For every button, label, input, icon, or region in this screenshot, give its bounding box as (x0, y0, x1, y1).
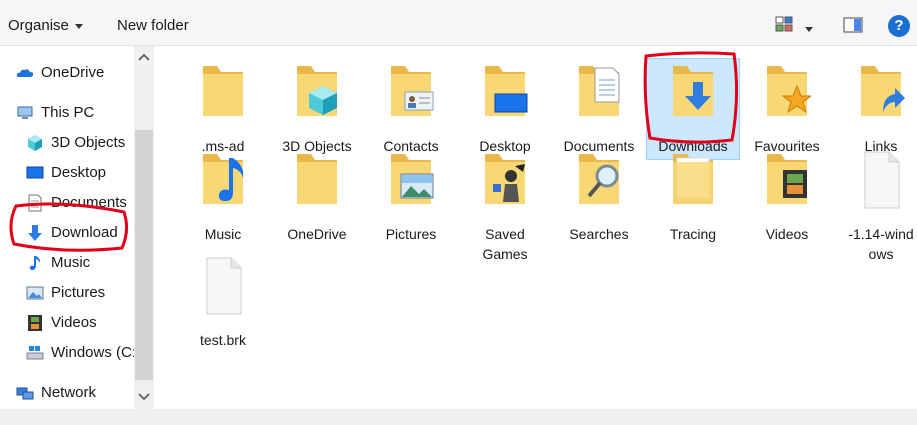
folder-links-icon (861, 66, 905, 116)
nav-item-videos[interactable]: Videos (26, 312, 134, 334)
nav-item-pictures[interactable]: Pictures (26, 282, 134, 304)
film-icon (28, 315, 42, 331)
folder-searches-icon (579, 154, 619, 204)
view-options-dropdown[interactable] (805, 20, 817, 32)
folder-downloads-icon (673, 66, 713, 116)
drive-icon (26, 346, 44, 360)
organise-label: Organise (8, 17, 69, 34)
nav-label: Music (51, 254, 91, 271)
folder-icon (297, 154, 337, 204)
status-bar (0, 409, 917, 425)
cube-icon (28, 135, 42, 151)
folder-pictures-icon (391, 154, 434, 204)
nav-item-network[interactable]: Network (16, 382, 134, 404)
item-label: test.brk (200, 332, 246, 348)
nav-item-3d-objects[interactable]: 3D Objects (26, 132, 134, 154)
nav-label: Windows (C: (51, 344, 134, 361)
nav-label: Network (41, 384, 97, 401)
scroll-up-icon[interactable] (137, 52, 151, 62)
folder-icon (673, 154, 713, 204)
scroll-down-icon[interactable] (137, 392, 151, 402)
help-button[interactable]: ? (888, 15, 910, 37)
document-icon (28, 194, 42, 212)
nav-label: OneDrive (41, 64, 105, 81)
folder-videos-icon (767, 154, 807, 204)
nav-label: Desktop (51, 164, 107, 181)
desktop-icon (26, 166, 44, 179)
nav-item-downloads[interactable]: Download (26, 222, 134, 244)
folder-documents-icon (579, 66, 620, 116)
item-label: Videos (765, 226, 809, 242)
nav-item-onedrive[interactable]: OneDrive (16, 62, 134, 84)
nav-item-this-pc[interactable]: This PC (16, 102, 134, 124)
chevron-down-icon (74, 23, 83, 29)
command-bar: Organise New folder ? (0, 0, 917, 46)
folder-3d-objects-icon (297, 66, 337, 116)
nav-label: 3D Objects (51, 134, 126, 151)
chevron-down-icon (805, 26, 813, 32)
file-icon (864, 151, 900, 209)
item-label: Music (204, 226, 242, 242)
cloud-icon (16, 69, 34, 77)
nav-label: Videos (51, 314, 97, 331)
folder-icon (203, 66, 243, 116)
folder-favourites-icon (767, 66, 811, 116)
nav-label: Download (51, 224, 118, 241)
folder-music-icon (203, 154, 244, 204)
nav-label: This PC (41, 104, 95, 121)
nav-item-windows-drive[interactable]: Windows (C: (26, 342, 134, 364)
file-icon (206, 257, 242, 315)
view-grid-icon (775, 16, 793, 32)
help-icon: ? (894, 17, 904, 34)
folder-contacts-icon (391, 66, 434, 116)
download-arrow-icon (28, 225, 42, 241)
folder-desktop-icon (485, 66, 528, 116)
item-label: -1.14-wind ows (848, 226, 914, 262)
picture-icon (26, 286, 44, 300)
item-label: OneDrive (287, 226, 347, 242)
item-label: Searches (569, 226, 629, 242)
preview-pane-icon (843, 17, 863, 33)
item-label: Tracing (669, 226, 717, 242)
organise-button[interactable]: Organise (8, 0, 83, 46)
file-list: .ms-ad 3D Objects Contacts Desktop Docum… (158, 46, 917, 409)
nav-label: Pictures (51, 284, 106, 301)
folder-saved-games-icon (485, 154, 525, 204)
nav-scrollbar-thumb[interactable] (135, 130, 153, 380)
nav-label: Documents (51, 194, 127, 211)
navigation-pane: OneDrive This PC 3D Objects Desktop Docu… (0, 46, 155, 409)
preview-pane-button[interactable] (843, 17, 863, 33)
new-folder-button[interactable]: New folder (117, 0, 189, 46)
nav-item-documents[interactable]: Documents (26, 192, 134, 214)
item-label: Saved Games (482, 226, 528, 262)
network-icon (16, 387, 34, 400)
new-folder-label: New folder (117, 17, 189, 34)
nav-item-desktop[interactable]: Desktop (26, 162, 134, 184)
nav-item-music[interactable]: Music (26, 252, 134, 274)
change-view-button[interactable] (775, 16, 793, 32)
computer-icon (17, 106, 33, 119)
music-note-icon (29, 256, 41, 270)
item-label: Pictures (385, 226, 437, 242)
